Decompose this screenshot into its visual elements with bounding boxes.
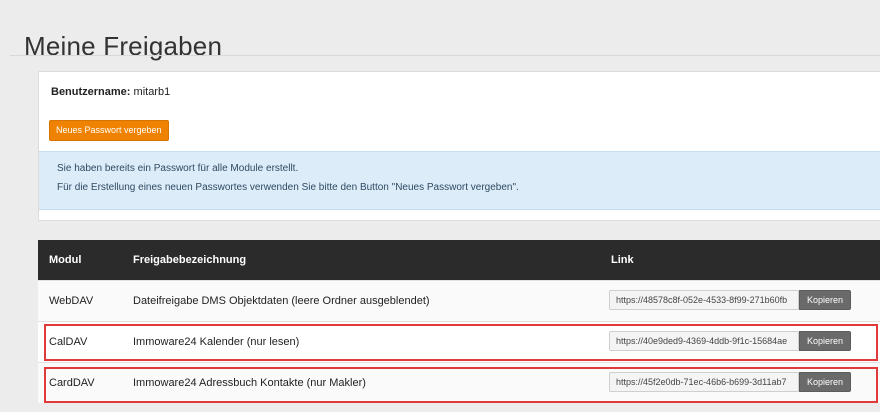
link-field[interactable]: https://48578c8f-052e-4533-8f99-271b60fb <box>609 290 799 310</box>
cell-module: CalDAV <box>38 321 122 363</box>
table-row-caldav: CalDAV Immoware24 Kalender (nur lesen) h… <box>38 321 880 363</box>
column-header-link: Link <box>600 240 880 281</box>
copy-button[interactable]: Kopieren <box>799 331 851 351</box>
cell-link: https://45f2e0db-71ec-46b6-b699-3d11ab7 … <box>600 362 880 403</box>
account-panel: Benutzername: mitarb1 Neues Passwort ver… <box>38 71 880 221</box>
table-header-row: Modul Freigabebezeichnung Link <box>38 240 880 281</box>
info-line-2: Für die Erstellung eines neuen Passworte… <box>57 182 519 193</box>
username-label: Benutzername: <box>51 86 131 98</box>
cell-share-name: Immoware24 Kalender (nur lesen) <box>122 321 600 363</box>
info-line-1: Sie haben bereits ein Passwort für alle … <box>57 163 299 174</box>
table-row-webdav: WebDAV Dateifreigabe DMS Objektdaten (le… <box>38 280 880 322</box>
username-value: mitarb1 <box>133 86 171 98</box>
page-title: Meine Freigaben <box>24 31 223 62</box>
cell-link: https://48578c8f-052e-4533-8f99-271b60fb… <box>600 280 880 322</box>
copy-button[interactable]: Kopieren <box>799 372 851 392</box>
new-password-button[interactable]: Neues Passwort vergeben <box>49 120 169 141</box>
link-field[interactable]: https://45f2e0db-71ec-46b6-b699-3d11ab7 <box>609 372 799 392</box>
username-row: Benutzername: mitarb1 <box>51 86 170 98</box>
table-row-carddav: CardDAV Immoware24 Adressbuch Kontakte (… <box>38 362 880 403</box>
cell-module: WebDAV <box>38 280 122 322</box>
cell-module: CardDAV <box>38 362 122 403</box>
shares-table: Modul Freigabebezeichnung Link WebDAV Da… <box>38 240 880 403</box>
column-header-module: Modul <box>38 240 122 281</box>
copy-button[interactable]: Kopieren <box>799 290 851 310</box>
cell-share-name: Dateifreigabe DMS Objektdaten (leere Ord… <box>122 280 600 322</box>
link-field[interactable]: https://40e9ded9-4369-4ddb-9f1c-15684ae <box>609 331 799 351</box>
cell-share-name: Immoware24 Adressbuch Kontakte (nur Makl… <box>122 362 600 403</box>
title-divider <box>10 55 880 56</box>
info-alert: Sie haben bereits ein Passwort für alle … <box>39 151 880 210</box>
cell-link: https://40e9ded9-4369-4ddb-9f1c-15684ae … <box>600 321 880 363</box>
column-header-share-name: Freigabebezeichnung <box>122 240 600 281</box>
